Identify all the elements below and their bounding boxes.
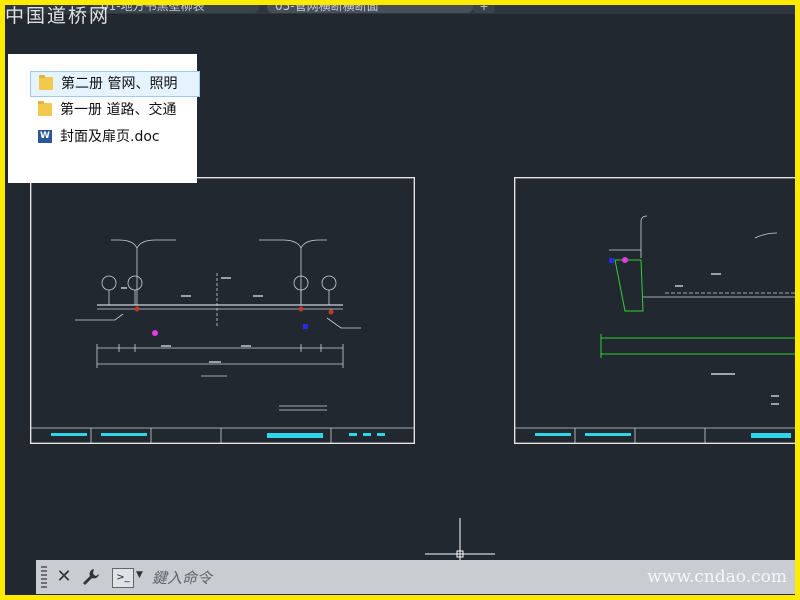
cross-section-drawing-left	[31, 178, 414, 443]
file-item-folder-volume-1[interactable]: 第一册 道路、交通	[30, 98, 198, 122]
tab-document-2[interactable]: 05-管网横断横断面	[267, 5, 473, 13]
tab-document-1[interactable]: 01-地方书黑壁柳表	[93, 5, 259, 13]
cad-window: 01-地方书黑壁柳表 05-管网横断横断面 + 中国道桥网 第二册 管网、照明 …	[5, 5, 795, 595]
file-item-label: 第一册 道路、交通	[60, 102, 177, 118]
drag-grip-icon[interactable]	[41, 566, 47, 588]
file-list-panel: 第二册 管网、照明 第一册 道路、交通 W 封面及扉页.doc	[8, 54, 200, 183]
command-prompt-icon[interactable]: >_	[112, 568, 134, 588]
command-input[interactable]	[150, 565, 554, 591]
word-doc-icon: W	[38, 130, 52, 143]
folder-icon	[39, 75, 53, 90]
watermark-logo-top: 中国道桥网	[5, 5, 111, 27]
file-item-cover-doc[interactable]: W 封面及扉页.doc	[30, 125, 198, 149]
wrench-icon[interactable]	[80, 566, 102, 588]
file-item-label: 封面及扉页.doc	[60, 129, 160, 145]
drawing-sheet-right[interactable]	[514, 177, 795, 444]
cross-section-drawing-right	[515, 178, 795, 443]
drawing-sheet-left[interactable]	[30, 177, 415, 444]
close-icon[interactable]: ✕	[54, 566, 74, 588]
file-item-folder-volume-2[interactable]: 第二册 管网、照明	[30, 71, 200, 97]
chevron-down-icon[interactable]: ▼	[136, 570, 143, 580]
document-tab-bar: 01-地方书黑壁柳表 05-管网横断横断面 +	[5, 5, 795, 14]
file-item-label: 第二册 管网、照明	[61, 76, 178, 92]
new-tab-button[interactable]: +	[473, 5, 495, 13]
folder-icon	[38, 101, 52, 116]
command-line-bar: ✕ >_ ▼ www.cndao.com	[36, 560, 795, 594]
watermark-url-bottom: www.cndao.com	[647, 567, 787, 587]
